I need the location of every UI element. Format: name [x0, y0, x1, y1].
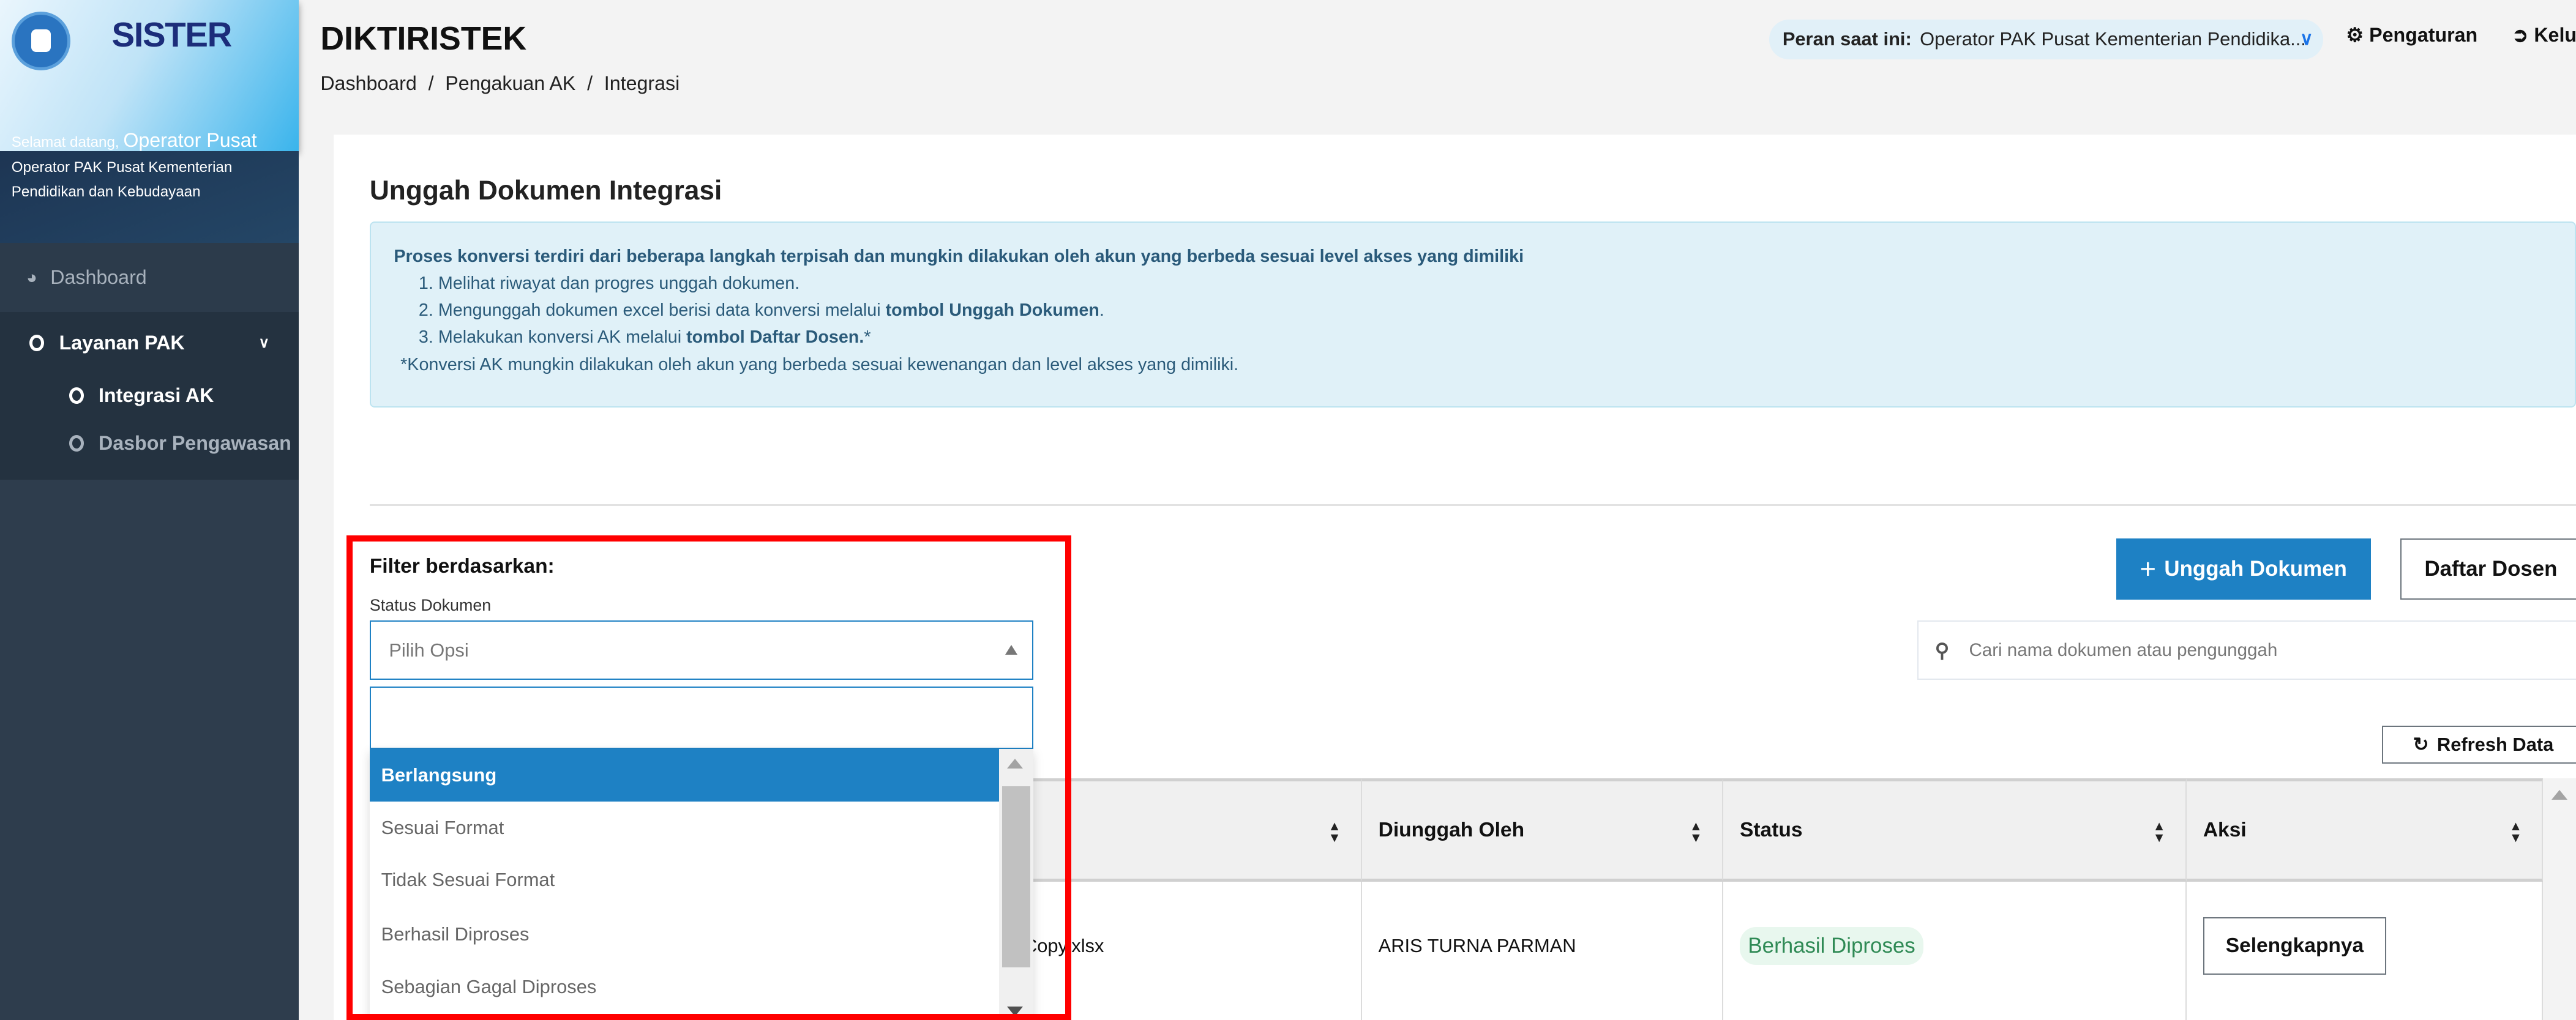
column-header-uploader[interactable]: Diunggah Oleh ▲ ▼	[1361, 778, 1724, 882]
search-placeholder: Cari nama dokumen atau pengunggah	[1969, 639, 2278, 660]
refresh-icon: ↻	[2413, 734, 2429, 756]
sort-icon: ▲ ▼	[2152, 819, 2166, 846]
column-header-action[interactable]: Aksi ▲ ▼	[2187, 778, 2544, 882]
option-sebagian-gagal-diproses[interactable]: Sebagian Gagal Diproses	[370, 961, 999, 1013]
sort-icon: ▲ ▼	[2509, 819, 2523, 846]
scroll-up-icon[interactable]	[2551, 789, 2567, 800]
circle-icon	[69, 387, 84, 404]
brand-name: SISTER	[111, 15, 232, 54]
sign-out-icon: ➲	[2512, 23, 2529, 46]
kemendikbud-logo-icon	[11, 11, 71, 71]
dropdown-search-input[interactable]	[369, 686, 1034, 749]
option-berlangsung[interactable]: Berlangsung	[369, 748, 999, 802]
selengkapnya-button[interactable]: Selengkapnya	[2203, 917, 2387, 975]
divider	[369, 504, 2576, 506]
breadcrumb: Dashboard / Pengakuan AK / Integrasi	[320, 72, 680, 95]
option-berhasil-diproses[interactable]: Berhasil Diproses	[370, 908, 999, 961]
role-selector[interactable]: Peran saat ini: Operator PAK Pusat Kemen…	[1769, 20, 2323, 59]
refresh-data-button[interactable]: ↻ Refresh Data	[2382, 726, 2576, 764]
welcome-prefix: Selamat datang,	[11, 134, 119, 151]
breadcrumb-separator: /	[587, 72, 593, 95]
status-options-list: Berlangsung Sesuai Format Tidak Sesuai F…	[369, 748, 1034, 1020]
caret-up-icon	[1005, 645, 1017, 655]
sidebar-item-label: Integrasi AK	[98, 384, 214, 406]
info-step: Melihat riwayat dan progres unggah dokum…	[438, 270, 2552, 297]
sidebar-item-layanan-pak[interactable]: Layanan PAK ∨	[29, 332, 276, 354]
circle-icon	[69, 434, 84, 452]
filter-label: Filter berdasarkan:	[369, 555, 555, 578]
sidebar-group-layanan-pak: Layanan PAK ∨ Integrasi AK Dasbor Pengaw…	[0, 311, 299, 480]
scrollbar-thumb[interactable]	[1002, 786, 1030, 967]
breadcrumb-separator: /	[428, 72, 434, 95]
settings-link[interactable]: ⚙ Pengaturan	[2346, 23, 2477, 47]
circle-icon	[29, 335, 45, 351]
status-dokumen-select[interactable]: Pilih Opsi	[369, 620, 1034, 680]
info-note: *Konversi AK mungkin dilakukan oleh akun…	[400, 354, 1239, 374]
sidebar: SISTER Selamat datang, Operator Pusat Op…	[0, 0, 299, 1020]
sidebar-item-dasbor-pengawasan[interactable]: Dasbor Pengawasan	[69, 432, 291, 455]
breadcrumb-dashboard[interactable]: Dashboard	[320, 72, 416, 94]
search-icon: ⚲	[1934, 639, 1950, 661]
option-sesuai-format[interactable]: Sesuai Format	[370, 802, 999, 854]
status-dokumen-label: Status Dokumen	[369, 596, 492, 615]
info-heading: Proses konversi terdiri dari beberapa la…	[394, 246, 1524, 266]
sidebar-item-label: Layanan PAK	[59, 332, 185, 354]
column-header-status[interactable]: Status ▲ ▼	[1723, 778, 2187, 882]
option-tidak-sesuai-format[interactable]: Tidak Sesuai Format	[370, 854, 999, 907]
sidebar-item-label: Dasbor Pengawasan	[98, 431, 291, 454]
welcome-text: Selamat datang, Operator Pusat Operator …	[12, 128, 294, 204]
upload-document-button[interactable]: + Unggah Dokumen	[2116, 538, 2371, 600]
cell-action: Selengkapnya	[2187, 882, 2544, 1020]
cell-status: Berhasil Diproses	[1723, 882, 2187, 1020]
role-label: Peran saat ini:	[1782, 28, 1912, 50]
logout-label: Kelu	[2534, 23, 2576, 46]
plus-icon: +	[2140, 553, 2156, 584]
info-step: Mengunggah dokumen excel berisi data kon…	[438, 297, 2552, 324]
document-search-input[interactable]: ⚲ Cari nama dokumen atau pengunggah	[1917, 620, 2576, 680]
sort-icon: ▲ ▼	[1328, 819, 1341, 846]
sidebar-item-integrasi-ak[interactable]: Integrasi AK	[69, 384, 214, 407]
info-step: Melakukan konversi AK melalui tombol Daf…	[438, 324, 2552, 351]
chevron-down-icon: ∨	[258, 335, 270, 352]
dashboard-gauge-icon: ◕	[26, 267, 37, 288]
gear-icon: ⚙	[2346, 23, 2364, 46]
welcome-role: Operator PAK Pusat Kementerian Pendidika…	[11, 158, 233, 200]
sort-icon: ▲ ▼	[1689, 819, 1702, 846]
welcome-name: Operator Pusat	[123, 129, 257, 152]
select-placeholder: Pilih Opsi	[389, 639, 469, 661]
sidebar-item-dashboard[interactable]: ◕ Dashboard	[0, 243, 299, 312]
role-value: Operator PAK Pusat Kementerian Pendidika…	[1920, 28, 2306, 50]
scroll-up-icon[interactable]	[1007, 758, 1024, 769]
status-badge: Berhasil Diproses	[1740, 927, 1924, 965]
info-steps: Melihat riwayat dan progres unggah dokum…	[394, 270, 2552, 351]
info-alert: Proses konversi terdiri dari beberapa la…	[369, 221, 2576, 408]
breadcrumb-integrasi: Integrasi	[604, 72, 680, 95]
daftar-dosen-button[interactable]: Daftar Dosen	[2400, 538, 2576, 600]
logout-link[interactable]: ➲ Kelu	[2512, 23, 2576, 47]
page-header-title: DIKTIRISTEK	[320, 20, 527, 58]
upload-button-label: Unggah Dokumen	[2164, 556, 2347, 581]
cell-uploader: ARIS TURNA PARMAN	[1361, 882, 1724, 1020]
page-title: Unggah Dokumen Integrasi	[369, 176, 722, 206]
settings-label: Pengaturan	[2369, 23, 2478, 46]
chevron-down-icon: ∨	[2300, 28, 2313, 49]
scroll-down-icon[interactable]	[1007, 1007, 1024, 1017]
refresh-label: Refresh Data	[2436, 734, 2554, 756]
sidebar-item-label: Dashboard	[50, 266, 147, 289]
table-scrollbar[interactable]	[2543, 778, 2576, 1020]
breadcrumb-pengakuan-ak[interactable]: Pengakuan AK	[445, 72, 575, 94]
